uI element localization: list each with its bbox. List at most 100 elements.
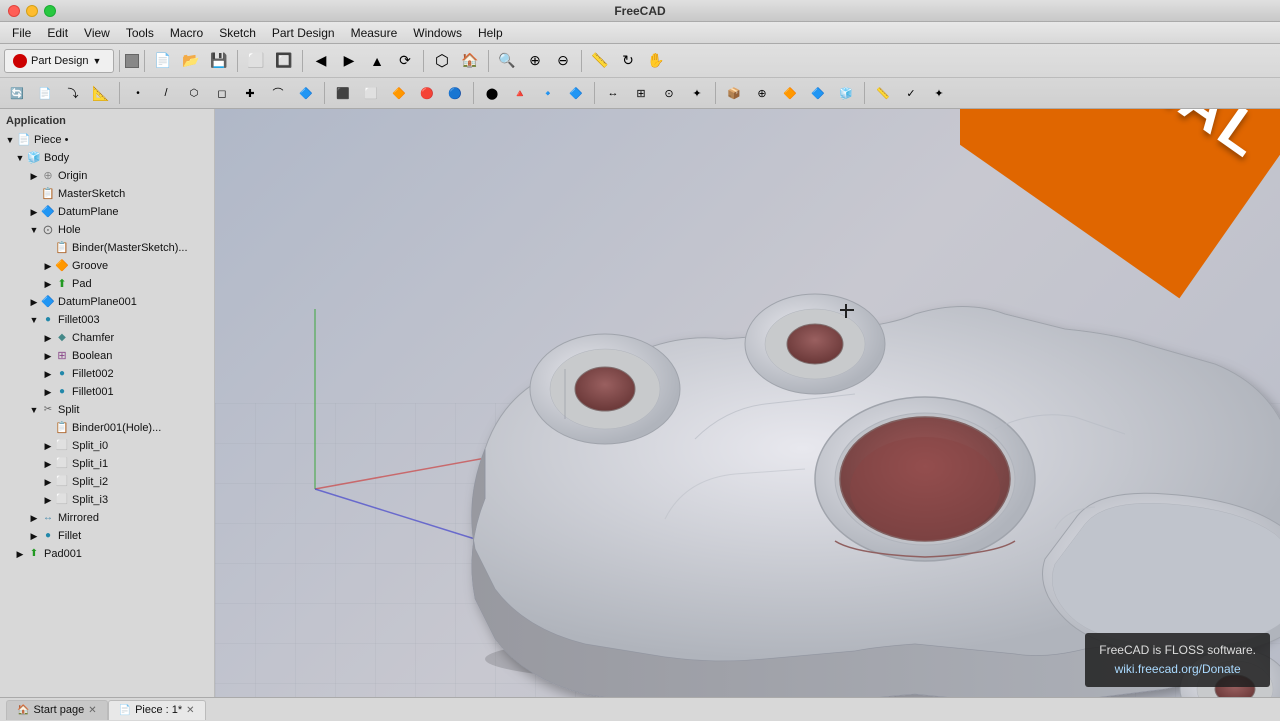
tb2-btn-cross[interactable]: ✚ <box>237 80 263 106</box>
tree-item-mastersketch[interactable]: ▶ 📋 MasterSketch <box>0 185 214 203</box>
menu-part-design[interactable]: Part Design <box>264 24 343 42</box>
tree-item-binder[interactable]: ▶ 📋 Binder(MasterSketch)... <box>0 239 214 257</box>
tb2-btn-multitransform[interactable]: ✦ <box>684 80 710 106</box>
tab-piece[interactable]: 📄 Piece : 1* ✕ <box>108 700 206 720</box>
toolbar-secondary: 🔄 📄 ⤵ 📐 • / ⬡ ◻ ✚ ⌒ 🔷 ⬛ ⬜ 🔶 🔴 🔵 ⬤ 🔺 🔹 🔷 … <box>0 78 1280 108</box>
tb2-btn-check[interactable]: ✓ <box>898 80 924 106</box>
tb2-btn-polar-pattern[interactable]: ⊙ <box>656 80 682 106</box>
menu-windows[interactable]: Windows <box>405 24 470 42</box>
minimize-button[interactable] <box>26 5 38 17</box>
tree-item-fillet001[interactable]: ▶ ● Fillet001 <box>0 383 214 401</box>
tb2-btn-fillet[interactable]: ⬤ <box>479 80 505 106</box>
tree-item-datumplane001[interactable]: ▶ 🔷 DatumPlane001 <box>0 293 214 311</box>
menu-edit[interactable]: Edit <box>39 24 76 42</box>
tb2-btn-shape[interactable]: 🔷 <box>293 80 319 106</box>
tb2-btn-body[interactable]: 🧊 <box>833 80 859 106</box>
toolbar-btn-new[interactable]: 📄 <box>150 48 176 74</box>
maximize-button[interactable] <box>44 5 56 17</box>
tree-item-fillet[interactable]: ▶ ● Fillet <box>0 527 214 545</box>
freecad-donate-link[interactable]: wiki.freecad.org/Donate <box>1115 662 1241 676</box>
stop-button[interactable] <box>125 54 139 68</box>
split-i3-icon: ⬜ <box>54 492 70 508</box>
tb2-btn-linear-pattern[interactable]: ⊞ <box>628 80 654 106</box>
toolbar-btn-refresh[interactable]: ⟳ <box>392 48 418 74</box>
toolbar-btn-3d-view[interactable]: 🔲 <box>271 48 297 74</box>
tb2-btn-boolean[interactable]: ⊕ <box>749 80 775 106</box>
toolbar-btn-up[interactable]: ▲ <box>364 48 390 74</box>
tb2-btn-groove[interactable]: 🔴 <box>414 80 440 106</box>
tb2-btn-rect[interactable]: ◻ <box>209 80 235 106</box>
tree-item-groove[interactable]: ▶ 🔶 Groove <box>0 257 214 275</box>
toolbar-btn-zoom-fit[interactable]: 🔍 <box>494 48 520 74</box>
toolbar-btn-rotate[interactable]: ↻ <box>615 48 641 74</box>
viewport[interactable]: TUTORIAL FreeCAD is FLOSS software. wiki… <box>215 109 1280 697</box>
tree-item-datumplane[interactable]: ▶ 🔷 DatumPlane <box>0 203 214 221</box>
tb2-btn-point[interactable]: • <box>125 80 151 106</box>
tree-item-body[interactable]: ▼ 🧊 Body <box>0 149 214 167</box>
menu-view[interactable]: View <box>76 24 118 42</box>
menu-help[interactable]: Help <box>470 24 511 42</box>
close-button[interactable] <box>8 5 20 17</box>
tb2-btn-wizard[interactable]: ✦ <box>926 80 952 106</box>
toolbar-btn-forward[interactable]: ▶ <box>336 48 362 74</box>
window-controls[interactable] <box>8 5 56 17</box>
tb2-btn-pocket[interactable]: ⬜ <box>358 80 384 106</box>
tb2-btn-chamfer[interactable]: 🔺 <box>507 80 533 106</box>
tb2-btn-line[interactable]: / <box>153 80 179 106</box>
menu-measure[interactable]: Measure <box>343 24 406 42</box>
separator <box>423 50 424 72</box>
tree-item-split-i1[interactable]: ▶ ⬜ Split_i1 <box>0 455 214 473</box>
tree-item-fillet002[interactable]: ▶ ● Fillet002 <box>0 365 214 383</box>
tree-item-hole[interactable]: ▼ ⊙ Hole <box>0 221 214 239</box>
tb2-btn-measure2[interactable]: 📏 <box>870 80 896 106</box>
tab-start-page-close[interactable]: ✕ <box>88 705 96 716</box>
tb2-btn4[interactable]: 📐 <box>88 80 114 106</box>
toolbar-btn-zoom-out[interactable]: ⊖ <box>550 48 576 74</box>
tb2-btn3[interactable]: ⤵ <box>60 80 86 106</box>
tb2-btn-mirror[interactable]: ↔ <box>600 80 626 106</box>
tb2-btn-section[interactable]: 📦 <box>721 80 747 106</box>
tb2-btn-clone[interactable]: 🔶 <box>777 80 803 106</box>
toolbar-btn-measure[interactable]: 📏 <box>587 48 613 74</box>
tb2-btn-polyline[interactable]: ⬡ <box>181 80 207 106</box>
tab-start-page[interactable]: 🏠 Start page ✕ <box>6 700 108 720</box>
tree-item-fillet003[interactable]: ▼ ● Fillet003 <box>0 311 214 329</box>
tb2-btn-datumplane[interactable]: 🔷 <box>805 80 831 106</box>
tree-item-split[interactable]: ▼ ✂ Split <box>0 401 214 419</box>
toolbar-btn-save[interactable]: 💾 <box>206 48 232 74</box>
workbench-selector[interactable]: Part Design ▼ <box>4 49 114 73</box>
tb2-btn-revolution[interactable]: 🔶 <box>386 80 412 106</box>
menu-file[interactable]: File <box>4 24 39 42</box>
tree-item-pad[interactable]: ▶ ⬆ Pad <box>0 275 214 293</box>
menu-tools[interactable]: Tools <box>118 24 162 42</box>
tree-item-pad001[interactable]: ▶ ⬆ Pad001 <box>0 545 214 563</box>
tab-piece-close[interactable]: ✕ <box>186 705 194 716</box>
tb2-btn1[interactable]: 🔄 <box>4 80 30 106</box>
toolbar-btn-back[interactable]: ◀ <box>308 48 334 74</box>
toolbar-btn-pan[interactable]: ✋ <box>643 48 669 74</box>
tree-item-chamfer[interactable]: ▶ ◆ Chamfer <box>0 329 214 347</box>
tree-item-mirrored[interactable]: ▶ ↔ Mirrored <box>0 509 214 527</box>
tb2-btn-arc[interactable]: ⌒ <box>265 80 291 106</box>
toolbar-btn-zoom-in[interactable]: ⊕ <box>522 48 548 74</box>
tree-item-piece[interactable]: ▼ 📄 Piece • <box>0 131 214 149</box>
tree-item-split-i3[interactable]: ▶ ⬜ Split_i3 <box>0 491 214 509</box>
tree-item-split-i0[interactable]: ▶ ⬜ Split_i0 <box>0 437 214 455</box>
piece-tab-icon: 📄 <box>119 705 131 716</box>
menu-macro[interactable]: Macro <box>162 24 211 42</box>
tree-label-mastersketch: MasterSketch <box>58 186 125 202</box>
tree-item-origin[interactable]: ▶ ⊕ Origin <box>0 167 214 185</box>
toolbar-btn-open[interactable]: 📂 <box>178 48 204 74</box>
tb2-btn-thickness[interactable]: 🔷 <box>563 80 589 106</box>
tree-item-split-i2[interactable]: ▶ ⬜ Split_i2 <box>0 473 214 491</box>
tree-item-binder001[interactable]: ▶ 📋 Binder001(Hole)... <box>0 419 214 437</box>
tb2-btn-pad[interactable]: ⬛ <box>330 80 356 106</box>
toolbar-btn-select-box[interactable]: ⬜ <box>243 48 269 74</box>
toolbar-btn-view-home[interactable]: 🏠 <box>457 48 483 74</box>
tree-item-boolean[interactable]: ▶ ⊞ Boolean <box>0 347 214 365</box>
tb2-btn-addprim[interactable]: 🔵 <box>442 80 468 106</box>
tb2-btn2[interactable]: 📄 <box>32 80 58 106</box>
tb2-btn-draft[interactable]: 🔹 <box>535 80 561 106</box>
menu-sketch[interactable]: Sketch <box>211 24 264 42</box>
toolbar-btn-isometric[interactable]: ⬡ <box>429 48 455 74</box>
